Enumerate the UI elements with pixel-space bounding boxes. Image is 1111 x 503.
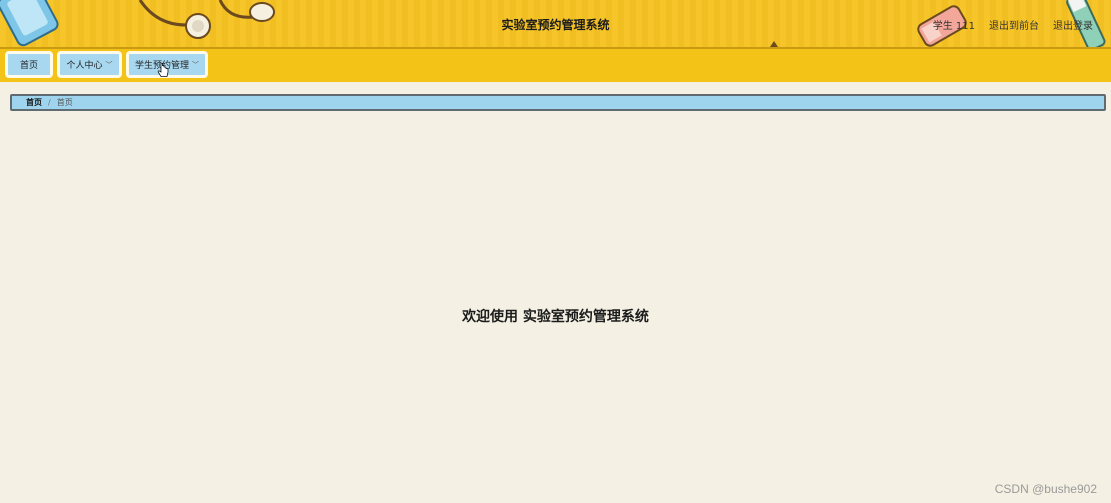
- top-header: 实验室预约管理系统 学生 111 退出到前台 退出登录: [0, 0, 1111, 49]
- hand-cursor-icon: [157, 63, 169, 77]
- breadcrumb-separator: /: [48, 98, 51, 107]
- breadcrumb: 首页 / 首页: [10, 94, 1106, 111]
- logout-link[interactable]: 退出登录: [1053, 17, 1093, 32]
- nav-home-label: 首页: [19, 61, 38, 71]
- pin-decoration-icon: [770, 41, 778, 47]
- current-user-label: 学生 111: [932, 21, 975, 32]
- nav-personal-center-label: 个人中心: [66, 61, 103, 71]
- user-area: 学生 111 退出到前台 退出登录: [933, 17, 1093, 32]
- breadcrumb-current: 首页: [56, 98, 73, 107]
- back-to-front-link[interactable]: 退出到前台: [989, 17, 1039, 32]
- welcome-message: 欢迎使用 实验室预约管理系统: [462, 309, 649, 325]
- main-nav: 首页 个人中心 ﹀ 学生预约管理 ﹀: [0, 49, 1111, 82]
- breadcrumb-home-link[interactable]: 首页: [26, 97, 42, 108]
- chevron-down-icon: ﹀: [192, 60, 199, 69]
- chevron-down-icon: ﹀: [105, 60, 113, 69]
- nav-personal-center-button[interactable]: 个人中心 ﹀: [57, 51, 122, 78]
- nav-home-button[interactable]: 首页: [5, 51, 53, 78]
- watermark: CSDN @bushe902: [994, 482, 1097, 496]
